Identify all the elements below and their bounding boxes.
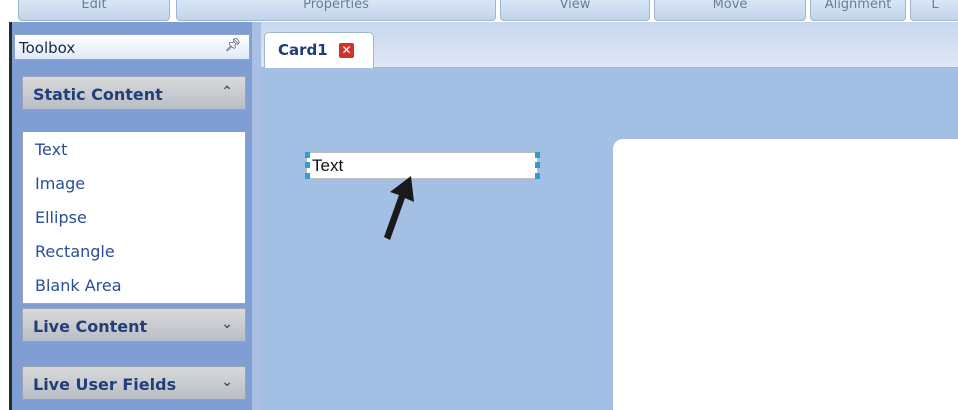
toolbox-item-blank-area[interactable]: Blank Area bbox=[35, 276, 122, 295]
toolbox-item-text[interactable]: Text bbox=[35, 140, 67, 159]
pin-icon[interactable]: 📌︎ bbox=[224, 38, 241, 53]
ribbon-tab-more[interactable]: L bbox=[910, 0, 958, 21]
document-tabstrip: Card1 ✕ bbox=[261, 22, 958, 68]
ribbon-tab-label: Move bbox=[712, 0, 748, 12]
ribbon-bar: Edit Properties View Move Alignment L bbox=[0, 0, 958, 24]
section-live-content[interactable]: Live Content ⌄ bbox=[22, 308, 246, 342]
text-element[interactable]: Text bbox=[306, 152, 538, 179]
tab-card1[interactable]: Card1 ✕ bbox=[264, 32, 374, 68]
resize-handle[interactable] bbox=[305, 173, 310, 179]
chevron-down-icon[interactable]: ⌄ bbox=[221, 374, 233, 390]
resize-handle[interactable] bbox=[535, 162, 540, 168]
resize-handle[interactable] bbox=[305, 152, 310, 158]
tab-label: Card1 bbox=[278, 41, 328, 59]
panel-splitter[interactable] bbox=[252, 22, 261, 410]
ribbon-tab-label: Alignment bbox=[824, 0, 892, 12]
toolbox-header: Toolbox 📌︎ bbox=[14, 34, 250, 60]
chevron-up-icon[interactable]: ⌃ bbox=[221, 84, 233, 100]
ribbon-tab-view[interactable]: View bbox=[500, 0, 650, 21]
toolbox-item-ellipse[interactable]: Ellipse bbox=[35, 208, 87, 227]
ribbon-tab-alignment[interactable]: Alignment bbox=[810, 0, 906, 21]
ribbon-tab-label: Edit bbox=[81, 0, 107, 12]
design-canvas[interactable]: Text bbox=[261, 68, 958, 410]
resize-handle[interactable] bbox=[535, 173, 540, 179]
chevron-down-icon[interactable]: ⌄ bbox=[221, 316, 233, 332]
section-label: Static Content bbox=[33, 85, 163, 104]
pointer-arrow-icon bbox=[384, 176, 414, 240]
ribbon-tab-label: View bbox=[559, 0, 591, 12]
ribbon-tab-label: Properties bbox=[303, 0, 369, 12]
section-label: Live User Fields bbox=[33, 375, 177, 394]
ribbon-tab-edit[interactable]: Edit bbox=[18, 0, 170, 21]
toolbox-item-rectangle[interactable]: Rectangle bbox=[35, 242, 115, 261]
text-element-value: Text bbox=[312, 156, 344, 175]
section-label: Live Content bbox=[33, 317, 148, 336]
ribbon-tab-label: L bbox=[931, 0, 939, 12]
resize-handle[interactable] bbox=[535, 152, 540, 158]
close-icon[interactable]: ✕ bbox=[339, 43, 354, 58]
resize-handle[interactable] bbox=[305, 162, 310, 168]
toolbox-item-image[interactable]: Image bbox=[35, 174, 85, 193]
ribbon-tab-properties[interactable]: Properties bbox=[176, 0, 496, 21]
toolbox-title: Toolbox bbox=[19, 39, 76, 57]
ribbon-tab-move[interactable]: Move bbox=[654, 0, 806, 21]
card-surface[interactable] bbox=[613, 139, 958, 410]
static-content-list: Text Image Ellipse Rectangle Blank Area bbox=[22, 132, 246, 304]
section-static-content[interactable]: Static Content ⌃ bbox=[22, 76, 246, 110]
section-live-user-fields[interactable]: Live User Fields ⌄ bbox=[22, 366, 246, 400]
toolbox-panel: Toolbox 📌︎ Static Content ⌃ Text Image E… bbox=[12, 22, 252, 410]
